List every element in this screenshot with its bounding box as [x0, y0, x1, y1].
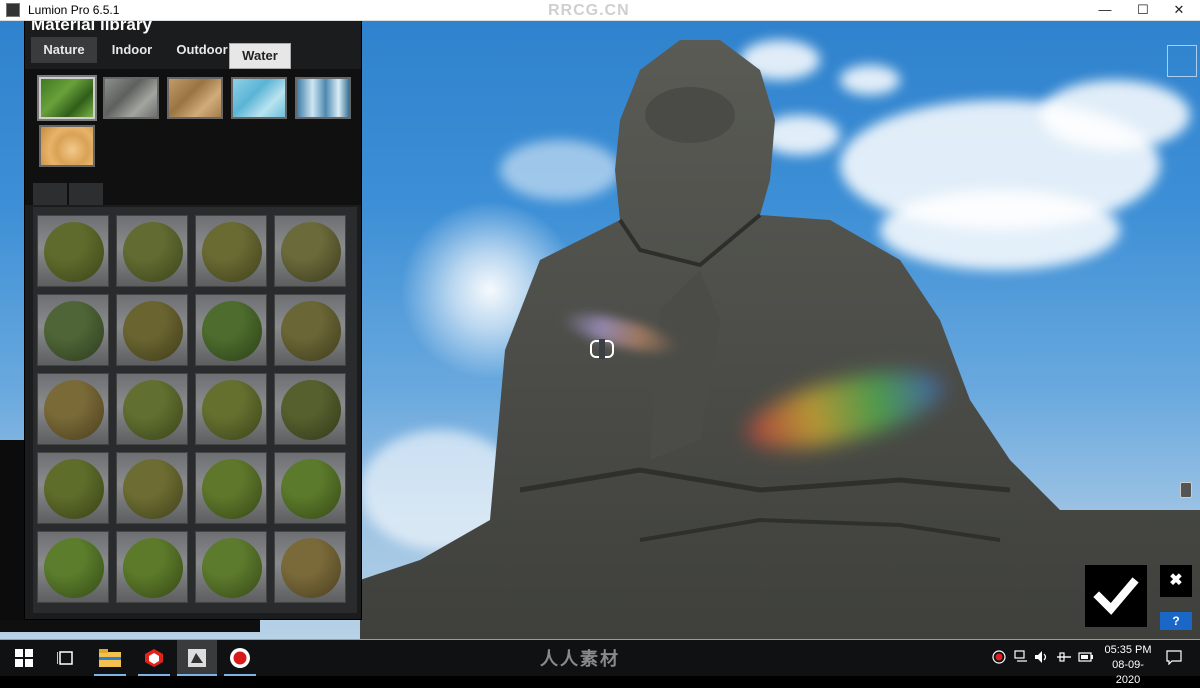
volume-tray-icon[interactable] — [1034, 650, 1050, 667]
watermark-text: RRCG.CN — [548, 2, 630, 19]
material-sphere — [44, 301, 104, 361]
material-sphere — [44, 538, 104, 598]
material-thumbnail[interactable] — [116, 215, 188, 287]
rock-swatch[interactable] — [103, 77, 159, 119]
subtab-1[interactable] — [33, 183, 67, 205]
close-window-button[interactable]: ✕ — [1156, 0, 1200, 20]
material-library-panel: Material library Nature Indoor Outdoor W… — [24, 15, 362, 620]
file-explorer-icon[interactable] — [98, 646, 122, 670]
clock-date: 08-09-2020 — [1112, 659, 1144, 686]
material-thumbnail[interactable] — [37, 215, 109, 287]
material-sphere — [281, 301, 341, 361]
material-thumbnail[interactable] — [274, 373, 346, 445]
bottom-dark-strip — [0, 620, 260, 632]
left-dark-strip — [0, 440, 24, 630]
clock-time: 05:35 PM — [1104, 644, 1152, 656]
notifications-icon[interactable] — [1166, 650, 1182, 668]
material-sphere — [123, 380, 183, 440]
material-thumbnail[interactable] — [274, 452, 346, 524]
viewport-corner-box[interactable] — [1167, 45, 1197, 77]
waterfall-swatch[interactable] — [295, 77, 351, 119]
task-view-icon[interactable] — [54, 646, 78, 670]
windows-taskbar: 人人素材 05:35 PM 08-09-2020 — [0, 639, 1200, 686]
material-thumbnail[interactable] — [274, 215, 346, 287]
material-sphere — [281, 538, 341, 598]
windows-start-icon[interactable] — [12, 646, 36, 670]
material-sphere — [202, 459, 262, 519]
tab-outdoor[interactable]: Outdoor — [167, 37, 237, 63]
material-sphere — [123, 222, 183, 282]
material-thumbnail[interactable] — [37, 294, 109, 366]
material-thumbnail[interactable] — [195, 373, 267, 445]
material-sphere — [202, 538, 262, 598]
material-thumbnail[interactable] — [195, 294, 267, 366]
water-swatch[interactable] — [231, 77, 287, 119]
material-sphere — [281, 222, 341, 282]
cancel-close-button[interactable]: ✖ — [1160, 565, 1192, 597]
material-thumbnail[interactable] — [274, 294, 346, 366]
material-thumbnail[interactable] — [37, 531, 109, 603]
wood-swatch[interactable] — [39, 125, 95, 167]
window-title: Lumion Pro 6.5.1 — [28, 3, 120, 17]
soil-swatch[interactable] — [167, 77, 223, 119]
material-sphere — [44, 380, 104, 440]
record-tray-icon[interactable] — [992, 650, 1006, 667]
tab-water[interactable]: Water — [229, 43, 291, 69]
side-panel-icon[interactable] — [1180, 482, 1192, 498]
material-sphere — [202, 301, 262, 361]
subtab-2[interactable] — [69, 183, 103, 205]
confirm-button[interactable] — [1085, 565, 1147, 627]
material-thumbnail[interactable] — [195, 531, 267, 603]
sketchup-icon[interactable] — [142, 646, 166, 670]
material-grid — [33, 207, 357, 613]
material-sphere — [44, 222, 104, 282]
lumion-taskbar-icon[interactable] — [185, 646, 209, 670]
taskbar-watermark: 人人素材 — [540, 649, 620, 669]
material-sphere — [44, 459, 104, 519]
material-thumbnail[interactable] — [37, 373, 109, 445]
grass-swatch[interactable] — [39, 77, 95, 119]
network-tray-icon[interactable] — [1014, 650, 1030, 667]
material-thumbnail[interactable] — [116, 294, 188, 366]
battery-tray-icon[interactable] — [1078, 650, 1094, 667]
material-sphere — [123, 459, 183, 519]
material-sphere — [281, 380, 341, 440]
material-thumbnail[interactable] — [37, 452, 109, 524]
lumion-app-icon — [6, 3, 20, 17]
material-sphere — [202, 380, 262, 440]
tab-nature[interactable]: Nature — [31, 37, 97, 63]
checkmark-icon — [1093, 577, 1139, 615]
screen-recorder-icon[interactable] — [228, 646, 252, 670]
tab-indoor[interactable]: Indoor — [99, 37, 165, 63]
material-sphere — [281, 459, 341, 519]
help-button[interactable]: ? — [1160, 612, 1192, 630]
material-thumbnail[interactable] — [116, 452, 188, 524]
material-thumbnail[interactable] — [116, 531, 188, 603]
material-sphere — [123, 301, 183, 361]
material-thumbnail[interactable] — [195, 215, 267, 287]
placement-cursor — [590, 339, 614, 359]
window-titlebar: Lumion Pro 6.5.1 RRCG.CN — ☐ ✕ — [0, 0, 1200, 21]
material-sphere — [202, 222, 262, 282]
material-thumbnail[interactable] — [116, 373, 188, 445]
material-thumbnail[interactable] — [195, 452, 267, 524]
material-sphere — [123, 538, 183, 598]
usb-tray-icon[interactable] — [1056, 650, 1072, 667]
taskbar-clock[interactable]: 05:35 PM 08-09-2020 — [1100, 643, 1156, 688]
material-thumbnail[interactable] — [274, 531, 346, 603]
